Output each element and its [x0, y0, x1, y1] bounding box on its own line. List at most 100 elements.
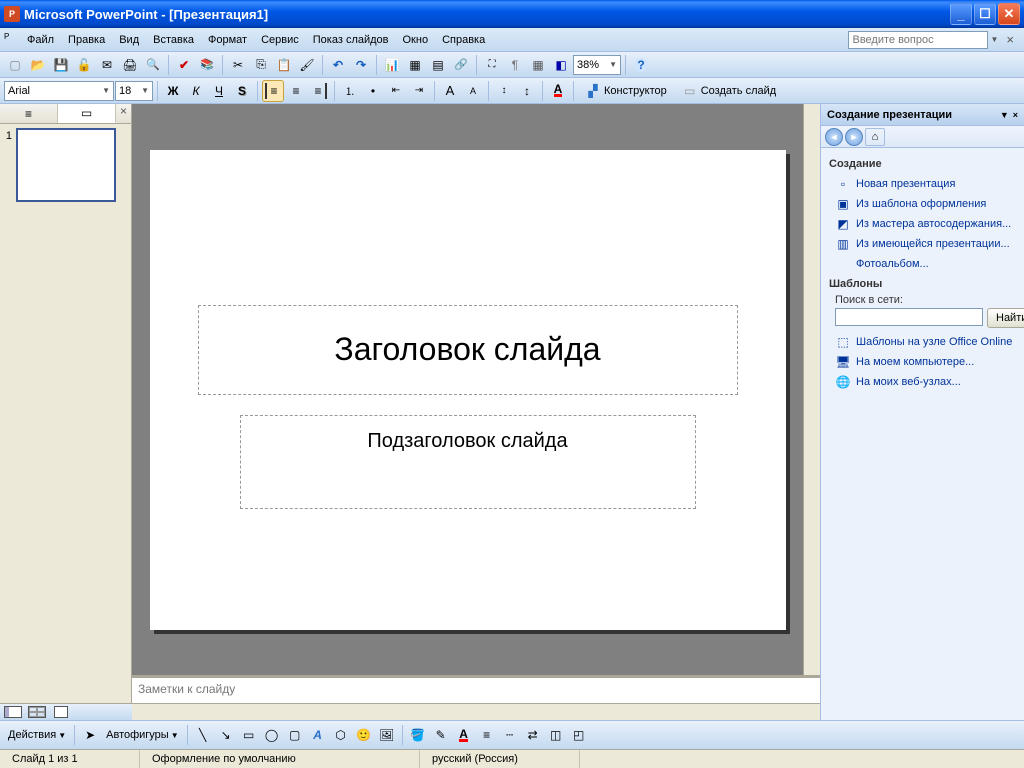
font-size-combo[interactable]: 18▼ — [115, 81, 153, 101]
expand-all-button[interactable] — [481, 54, 503, 76]
insert-chart-button[interactable] — [381, 54, 403, 76]
align-left-button[interactable] — [262, 80, 284, 102]
menu-view[interactable]: Вид — [112, 31, 146, 49]
shadow-button[interactable] — [231, 80, 253, 102]
actions-menu[interactable]: Действия▼ — [4, 729, 70, 741]
new-button[interactable] — [4, 54, 26, 76]
link-on-computer[interactable]: 🖥На моем компьютере... — [829, 352, 1016, 372]
mdi-close-button[interactable]: × — [1000, 32, 1020, 47]
vertical-scrollbar[interactable] — [803, 104, 820, 675]
increase-indent-button[interactable] — [408, 80, 430, 102]
wordart-button[interactable]: A — [307, 724, 329, 746]
notes-pane[interactable]: Заметки к слайду — [132, 675, 820, 703]
arrow-style-button[interactable]: ⇄ — [522, 724, 544, 746]
menu-edit[interactable]: Правка — [61, 31, 112, 49]
preview-button[interactable] — [142, 54, 164, 76]
new-slide-button[interactable]: Создать слайд — [675, 80, 783, 102]
task-pane-home-button[interactable]: ⌂ — [865, 128, 885, 146]
link-from-template[interactable]: ▣Из шаблона оформления — [829, 194, 1016, 214]
maximize-button[interactable]: ☐ — [974, 3, 996, 25]
link-on-web[interactable]: 🌐На моих веб-узлах... — [829, 372, 1016, 392]
diagram-button[interactable]: ⬡ — [330, 724, 352, 746]
print-button[interactable] — [119, 54, 141, 76]
bold-button[interactable] — [162, 80, 184, 102]
hyperlink-button[interactable] — [450, 54, 472, 76]
sorter-view-button[interactable] — [26, 705, 48, 719]
copy-button[interactable] — [250, 54, 272, 76]
link-new-presentation[interactable]: ▫Новая презентация — [829, 174, 1016, 194]
slideshow-view-button[interactable] — [50, 705, 72, 719]
thumbnail-slide-1[interactable] — [16, 128, 116, 202]
link-from-wizard[interactable]: ◩Из мастера автосодержания... — [829, 214, 1016, 234]
menu-format[interactable]: Формат — [201, 31, 254, 49]
slide-canvas-area[interactable]: Заголовок слайда Подзаголовок слайда — [132, 104, 803, 675]
spellcheck-button[interactable] — [173, 54, 195, 76]
3d-style-button[interactable]: ◰ — [568, 724, 590, 746]
rectangle-button[interactable]: ▭ — [238, 724, 260, 746]
select-objects-button[interactable]: ➤ — [79, 724, 101, 746]
bullet-list-button[interactable] — [362, 80, 384, 102]
decrease-font-button[interactable] — [462, 80, 484, 102]
decrease-linespace-button[interactable] — [493, 80, 515, 102]
mdi-app-icon[interactable]: P — [4, 32, 20, 48]
zoom-combo[interactable]: 38%▼ — [573, 55, 621, 75]
subtitle-placeholder[interactable]: Подзаголовок слайда — [240, 415, 696, 509]
fill-color-button[interactable]: 🪣 — [407, 724, 429, 746]
thumbnail-row[interactable]: 1 — [4, 128, 127, 202]
autoshapes-menu[interactable]: Автофигуры▼ — [102, 729, 183, 741]
undo-button[interactable] — [327, 54, 349, 76]
align-right-button[interactable] — [308, 80, 330, 102]
dash-style-button[interactable]: ┄ — [499, 724, 521, 746]
template-search-button[interactable]: Найти — [987, 308, 1024, 328]
outline-close-button[interactable]: × — [116, 104, 131, 123]
menu-tools[interactable]: Сервис — [254, 31, 306, 49]
font-color-button-2[interactable] — [453, 724, 475, 746]
task-pane-back-button[interactable]: ◄ — [825, 128, 843, 146]
help-question-dropdown[interactable]: ▼ — [988, 35, 1000, 44]
template-search-input[interactable] — [835, 308, 983, 326]
help-button[interactable] — [630, 54, 652, 76]
permission-button[interactable] — [73, 54, 95, 76]
cut-button[interactable] — [227, 54, 249, 76]
research-button[interactable] — [196, 54, 218, 76]
menu-help[interactable]: Справка — [435, 31, 492, 49]
menu-slideshow[interactable]: Показ слайдов — [306, 31, 396, 49]
oval-button[interactable]: ◯ — [261, 724, 283, 746]
format-painter-button[interactable] — [296, 54, 318, 76]
link-photoalbum[interactable]: Фотоальбом... — [829, 254, 1016, 274]
color-grayscale-button[interactable] — [550, 54, 572, 76]
task-pane-forward-button[interactable]: ► — [845, 128, 863, 146]
open-button[interactable] — [27, 54, 49, 76]
normal-view-button[interactable] — [2, 705, 24, 719]
menu-file[interactable]: Файл — [20, 31, 61, 49]
slides-tab[interactable]: ▭ — [58, 104, 116, 123]
tables-borders-button[interactable] — [427, 54, 449, 76]
paste-button[interactable] — [273, 54, 295, 76]
save-button[interactable] — [50, 54, 72, 76]
textbox-button[interactable]: ▢ — [284, 724, 306, 746]
slide-designer-button[interactable]: Конструктор — [578, 80, 674, 102]
underline-button[interactable] — [208, 80, 230, 102]
line-color-button[interactable]: ✎ — [430, 724, 452, 746]
status-language[interactable]: русский (Россия) — [420, 750, 580, 768]
font-combo[interactable]: Arial▼ — [4, 81, 114, 101]
insert-table-button[interactable] — [404, 54, 426, 76]
slide[interactable]: Заголовок слайда Подзаголовок слайда — [150, 150, 786, 630]
menu-window[interactable]: Окно — [396, 31, 436, 49]
link-office-online[interactable]: ⬚Шаблоны на узле Office Online — [829, 332, 1016, 352]
redo-button[interactable] — [350, 54, 372, 76]
minimize-button[interactable]: _ — [950, 3, 972, 25]
numbered-list-button[interactable] — [339, 80, 361, 102]
align-center-button[interactable] — [285, 80, 307, 102]
task-pane-close-button[interactable]: × — [1013, 110, 1018, 120]
task-pane-menu-button[interactable]: ▼ — [1000, 110, 1009, 120]
picture-button[interactable]: 🖼 — [376, 724, 398, 746]
title-placeholder[interactable]: Заголовок слайда — [198, 305, 738, 395]
email-button[interactable]: ✉ — [96, 54, 118, 76]
link-from-existing[interactable]: ▥Из имеющейся презентации... — [829, 234, 1016, 254]
increase-linespace-button[interactable] — [516, 80, 538, 102]
show-formatting-button[interactable] — [504, 54, 526, 76]
line-style-button[interactable]: ≡ — [476, 724, 498, 746]
close-button[interactable]: ✕ — [998, 3, 1020, 25]
arrow-button[interactable]: ↘ — [215, 724, 237, 746]
